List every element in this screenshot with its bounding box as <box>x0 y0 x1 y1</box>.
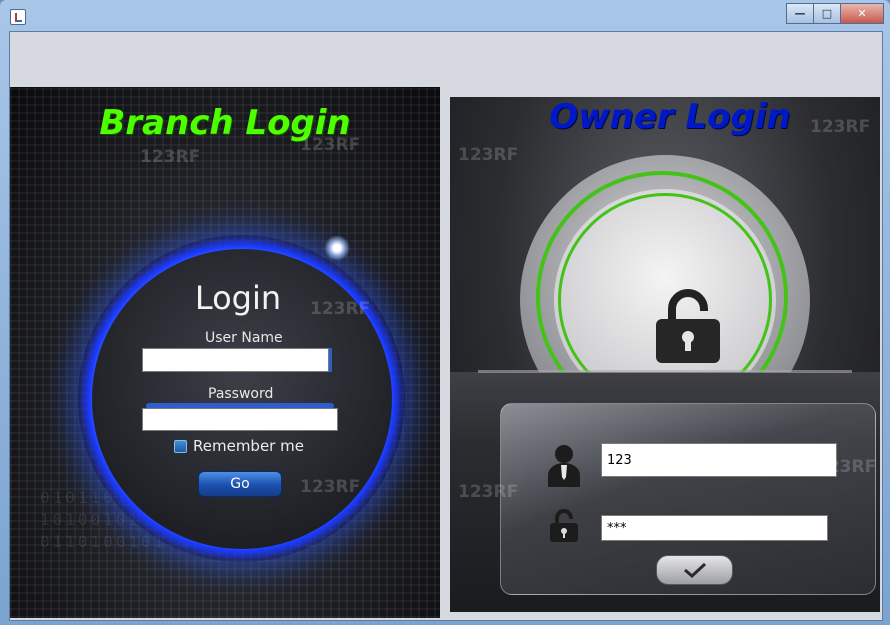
go-button[interactable]: Go <box>198 471 282 497</box>
title-bar[interactable]: — □ ✕ <box>0 0 890 30</box>
app-window: — □ ✕ 0101101001 10100101 011010010110 0… <box>0 0 890 625</box>
minimize-button[interactable]: — <box>786 3 814 24</box>
user-icon <box>548 445 580 487</box>
branch-password-field[interactable] <box>142 408 338 431</box>
watermark: 123RF <box>458 145 519 165</box>
watermark: 123RF <box>458 482 519 502</box>
watermark: 123RF <box>810 117 871 137</box>
watermark: 123RF <box>300 477 361 497</box>
username-label: User Name <box>205 330 283 346</box>
branch-login-title: Branch Login <box>99 103 351 143</box>
watermark: 123RF <box>140 147 201 167</box>
branch-login-panel: 0101101001 10100101 011010010110 0101101… <box>10 87 440 618</box>
password-label: Password <box>208 386 274 402</box>
owner-login-panel: 123 *** Owner Login 123RF 123RF 123RF 12… <box>450 97 880 612</box>
owner-password-field[interactable]: *** <box>601 515 828 541</box>
remember-me-label: Remember me <box>193 437 304 455</box>
top-empty-bar <box>10 32 882 87</box>
maximize-button[interactable]: □ <box>813 3 841 24</box>
remember-me-option[interactable]: Remember me <box>174 437 304 455</box>
padlock-icon <box>656 289 720 363</box>
dial-edge-highlight <box>478 370 852 373</box>
watermark: 123RF <box>300 135 361 155</box>
submit-button[interactable] <box>656 555 733 585</box>
owner-username-field[interactable]: 123 <box>601 443 837 477</box>
remember-me-checkbox[interactable] <box>174 439 187 453</box>
close-button[interactable]: ✕ <box>840 3 884 24</box>
client-area: 0101101001 10100101 011010010110 0101101… <box>9 31 883 621</box>
window-controls: — □ ✕ <box>786 3 884 24</box>
watermark: 123RF <box>816 457 877 477</box>
branch-username-field[interactable] <box>142 348 329 372</box>
java-cup-icon <box>10 9 26 25</box>
sparkle-decoration <box>324 235 350 261</box>
unlock-icon <box>550 509 578 542</box>
login-heading: Login <box>194 279 282 317</box>
watermark: 123RF <box>310 299 371 319</box>
checkmark-icon <box>683 562 706 579</box>
